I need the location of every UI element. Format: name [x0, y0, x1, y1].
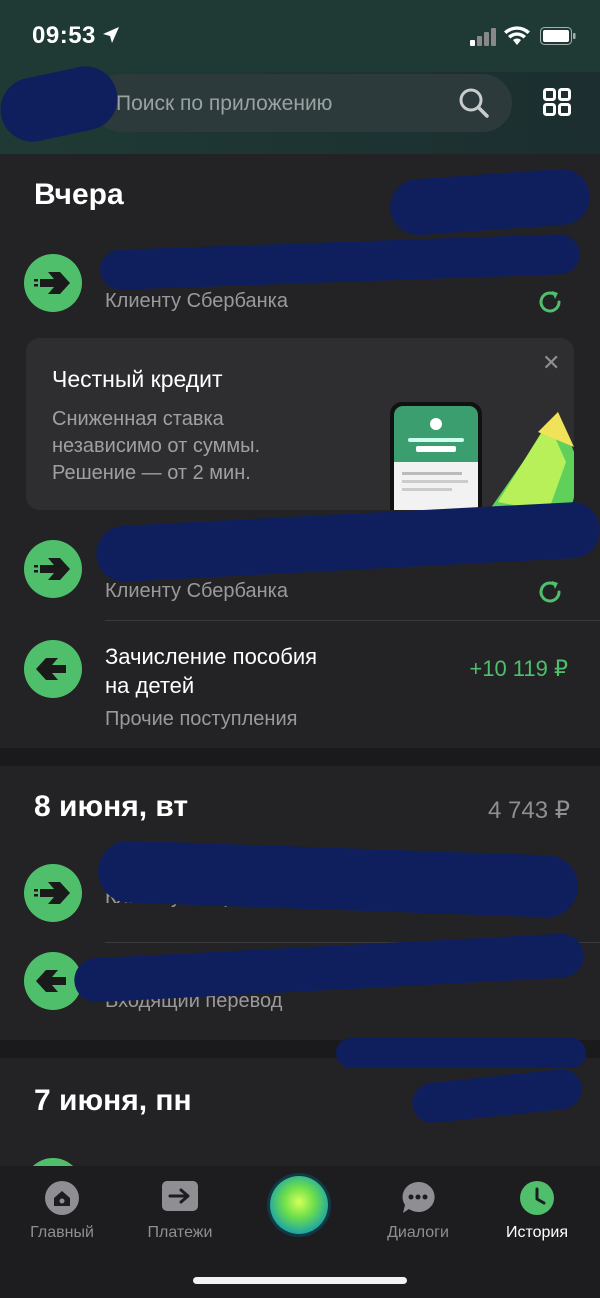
transaction-title: Зачисление пособия на детей: [105, 644, 318, 698]
status-time: 09:53: [32, 22, 96, 49]
outgoing-transfer-icon: [24, 1158, 82, 1166]
outgoing-transfer-icon: [24, 540, 82, 598]
search-icon: [459, 88, 489, 118]
promo-line: Решение — от 2 мин.: [52, 462, 251, 484]
section-title: Вчера: [34, 178, 124, 211]
promo-description: Сниженная ставка независимо от суммы. Ре…: [52, 406, 260, 487]
section-title: 8 июня, вт: [34, 790, 189, 823]
chat-icon: [402, 1181, 435, 1213]
section-june-8: 8 июня, вт 4 743 ₽ Клиенту Сбербанка Вхо…: [0, 766, 600, 1040]
promo-line: независимо от суммы.: [52, 435, 261, 457]
redacted-total: [336, 1038, 586, 1068]
tab-home[interactable]: Главный: [2, 1166, 122, 1256]
close-icon[interactable]: ✕: [542, 350, 560, 376]
location-arrow-icon: [103, 27, 119, 43]
transaction-category: Прочие поступления: [105, 708, 298, 730]
tab-label: История: [505, 1224, 569, 1241]
tab-label: Главный: [30, 1224, 94, 1241]
redacted-transaction: [388, 167, 592, 237]
section-total: 4 743 ₽: [488, 797, 570, 824]
transaction-category: Клиенту Сбербанка: [105, 290, 288, 312]
transaction-category: Клиенту Сбербанка: [105, 580, 288, 602]
transfer-icon: [162, 1181, 198, 1211]
wifi-icon: [504, 26, 530, 45]
row-divider: [105, 620, 600, 621]
section-yesterday: Вчера Клиенту Сбербанка Честный кредит С…: [0, 154, 600, 748]
outgoing-transfer-icon: [24, 864, 82, 922]
outgoing-transfer-icon: [24, 254, 82, 312]
battery-icon: [540, 27, 576, 45]
tab-label: Платежи: [147, 1224, 213, 1241]
status-bar: 09:53: [0, 0, 600, 72]
apps-grid-icon[interactable]: [543, 88, 571, 116]
clock-icon: [520, 1181, 554, 1215]
tab-payments[interactable]: Платежи: [120, 1166, 240, 1256]
search-input[interactable]: Поиск по приложению: [92, 74, 512, 132]
promo-card-honest-credit[interactable]: Честный кредит Сниженная ставка независи…: [26, 338, 574, 510]
promo-phone-illustration: [390, 402, 574, 510]
incoming-transfer-icon: [24, 640, 82, 698]
repeat-icon[interactable]: [536, 288, 564, 316]
transaction-row[interactable]: Зачисление пособия на детей Прочие посту…: [0, 624, 600, 744]
transaction-amount: +10 119 ₽: [469, 656, 568, 681]
search-placeholder: Поиск по приложению: [116, 92, 333, 115]
section-title: 7 июня, пн: [34, 1084, 192, 1117]
repeat-icon[interactable]: [536, 578, 564, 606]
promo-title: Честный кредит: [52, 366, 223, 392]
history-list[interactable]: Вчера Клиенту Сбербанка Честный кредит С…: [0, 154, 600, 1166]
tab-label: Диалоги: [387, 1224, 449, 1241]
home-icon: [45, 1181, 79, 1215]
home-indicator: [193, 1277, 407, 1284]
promo-line: Сниженная ставка: [52, 408, 224, 430]
cellular-signal-icon: [470, 28, 496, 46]
section-gap: [0, 748, 600, 766]
tab-dialogs[interactable]: Диалоги: [358, 1166, 478, 1256]
incoming-transfer-icon: [24, 952, 82, 1010]
assistant-orb-button[interactable]: [270, 1176, 328, 1234]
tab-history[interactable]: История: [477, 1166, 597, 1256]
